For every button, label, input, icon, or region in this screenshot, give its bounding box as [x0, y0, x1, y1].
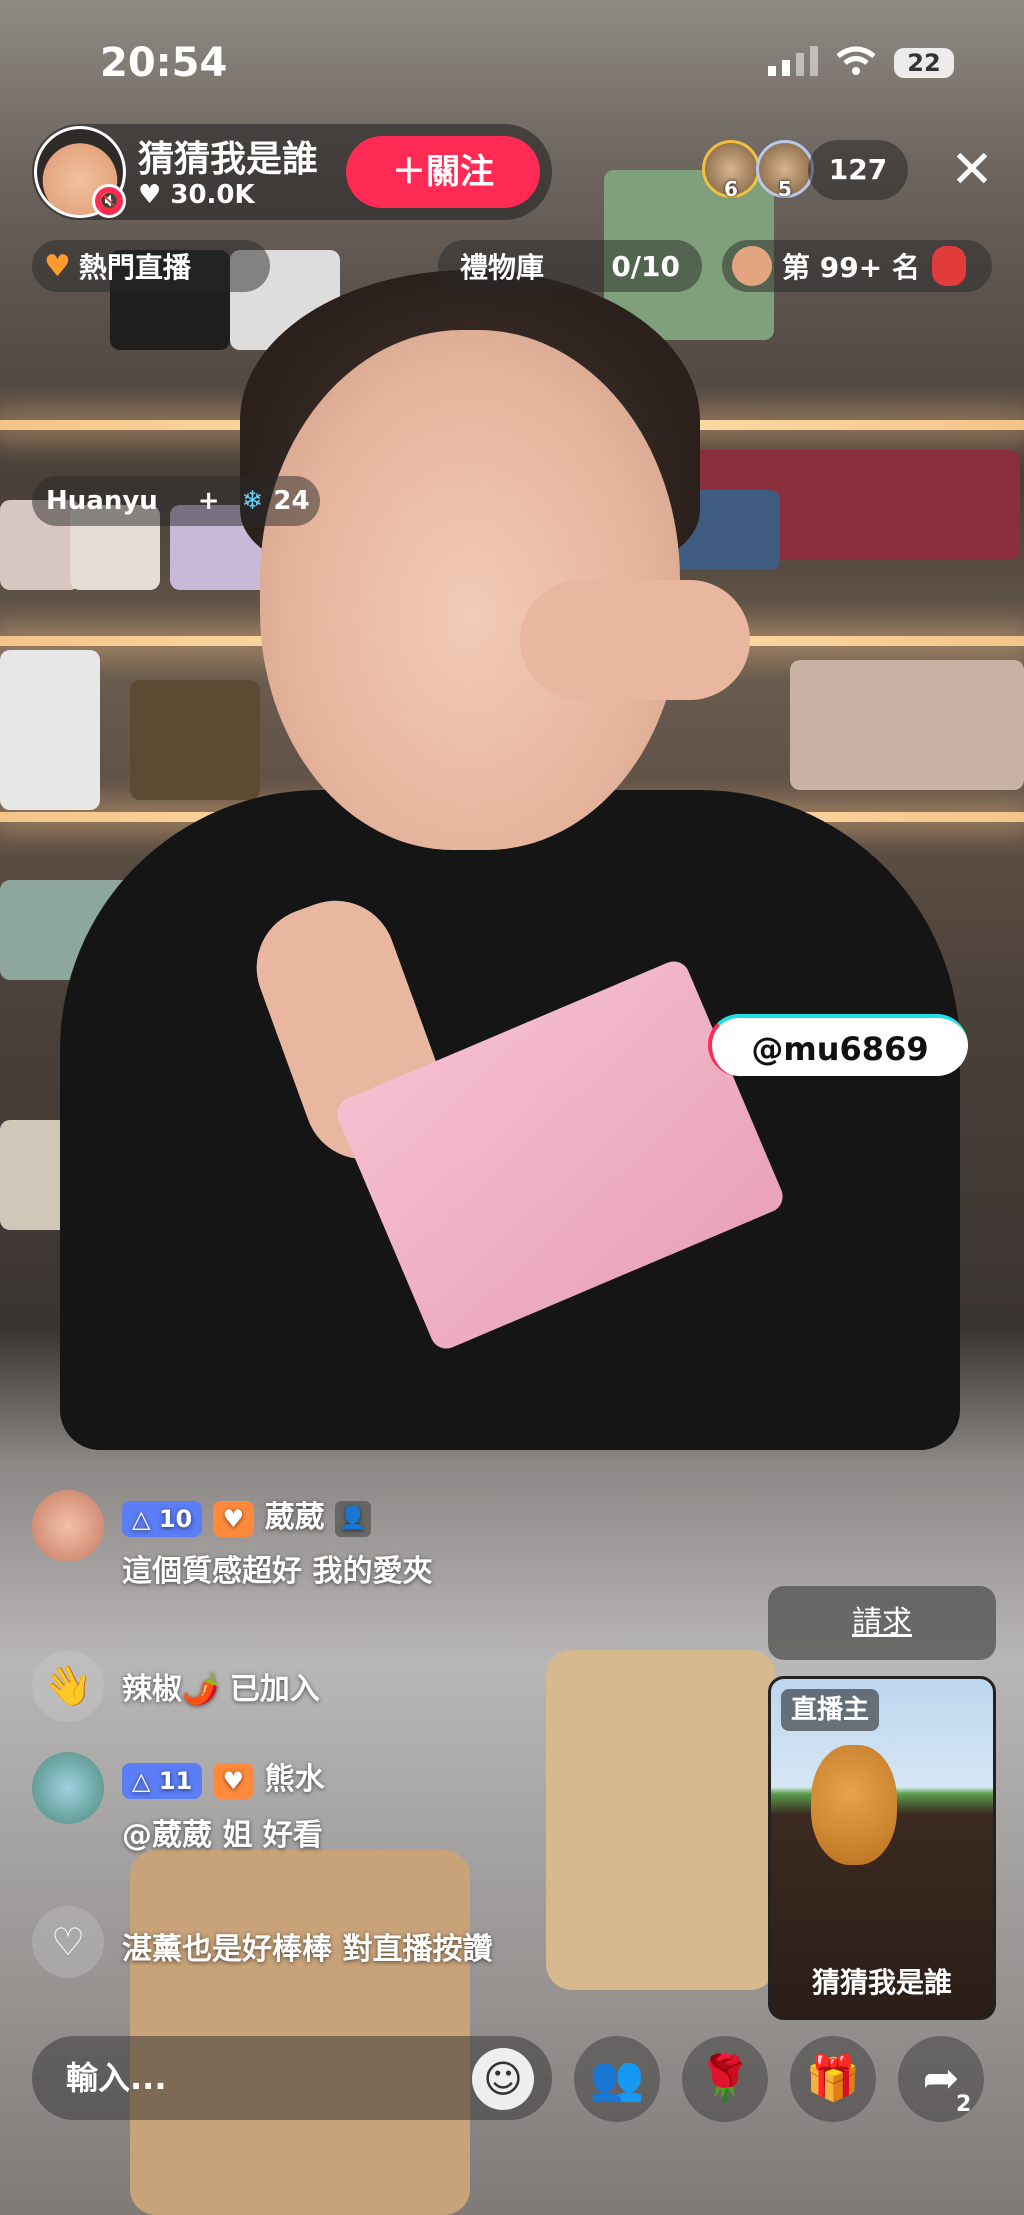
- rank-avatar: [732, 246, 772, 286]
- join-message: 辣椒🌶️ 已加入: [122, 1664, 320, 1708]
- share-count: 2: [956, 2092, 972, 2117]
- join-text: 已加入: [229, 1672, 320, 1707]
- pip-label: 直播主: [781, 1689, 880, 1731]
- host-likes: ♥ 30.0K: [138, 180, 255, 210]
- guest-pill[interactable]: Huanyu + ❄ 24: [32, 476, 320, 526]
- heart-icon: ♥: [138, 180, 162, 210]
- chat-username[interactable]: 辣椒🌶️: [122, 1672, 219, 1707]
- hot-live-tag[interactable]: ♥ 熱門直播: [32, 240, 270, 292]
- snowflake-icon: ❄: [241, 486, 264, 516]
- guest-name: Huanyu: [46, 486, 158, 516]
- chat-username[interactable]: 葳葳: [265, 1500, 325, 1535]
- guest-score: 24: [273, 486, 310, 516]
- teletubby-icon: [931, 246, 966, 286]
- wave-icon: 👋: [32, 1650, 104, 1722]
- emoji-icon[interactable]: ☺: [472, 2048, 534, 2110]
- viewer-rank: 6: [724, 177, 738, 201]
- battery-indicator: 22: [894, 48, 954, 78]
- host-name[interactable]: 猜猜我是誰: [138, 130, 318, 182]
- mention-bubble[interactable]: @mu6869: [708, 1014, 968, 1076]
- gift-progress: 0/10: [611, 249, 680, 283]
- host-pip-window[interactable]: 直播主 猜猜我是誰: [768, 1676, 996, 2020]
- fan-badge: ♥: [212, 1500, 255, 1537]
- gift-library-tag[interactable]: 禮物庫 0/10: [438, 240, 702, 292]
- level-badge: △ 11: [122, 1762, 203, 1799]
- mic-off-icon: 🔇: [92, 184, 126, 218]
- potato-avatar: [811, 1745, 897, 1865]
- rank-tag[interactable]: 第 99+ 名: [722, 240, 992, 292]
- close-icon[interactable]: ✕: [942, 140, 1002, 200]
- chat-username[interactable]: 熊水: [265, 1762, 325, 1797]
- viewer-count[interactable]: 127: [808, 140, 908, 200]
- pip-name: 猜猜我是誰: [811, 1966, 952, 1999]
- follow-button[interactable]: ＋關注: [346, 136, 540, 208]
- hot-live-label: 熱門直播: [78, 251, 191, 284]
- profile-icon: 👤: [335, 1500, 372, 1537]
- broken-heart-icon: ♥: [44, 248, 71, 284]
- status-time: 20:54: [100, 40, 228, 86]
- likes-count: 30.0K: [170, 180, 255, 210]
- wifi-icon: [836, 46, 876, 80]
- chat-text: 這個質感超好 我的愛夾: [122, 1554, 433, 1589]
- status-icons: 22: [766, 46, 954, 80]
- rose-icon[interactable]: 🌹: [682, 2036, 768, 2122]
- signal-icon: [766, 46, 818, 80]
- like-notification: 湛薰也是好棒棒 對直播按讚: [122, 1932, 493, 1967]
- top-viewer-avatar[interactable]: 6: [702, 140, 760, 201]
- chat-header: △ 10 ♥ 葳葳 👤: [122, 1492, 372, 1537]
- gift-library-label: 禮物庫: [460, 251, 545, 284]
- chat-avatar[interactable]: [32, 1490, 104, 1562]
- chat-avatar[interactable]: [32, 1752, 104, 1824]
- top-viewer-avatar[interactable]: 5: [756, 140, 814, 201]
- fan-badge: ♥: [212, 1762, 255, 1799]
- rank-label: 第 99+ 名: [782, 251, 920, 284]
- chat-header: △ 11 ♥ 熊水: [122, 1754, 325, 1799]
- viewer-rank: 5: [778, 177, 792, 201]
- request-button[interactable]: 請求: [768, 1586, 996, 1660]
- level-badge: △ 10: [122, 1500, 203, 1537]
- chat-text: @葳葳 姐 好看: [122, 1818, 323, 1853]
- gift-icon[interactable]: 🎁: [790, 2036, 876, 2122]
- guest-add[interactable]: +: [198, 486, 220, 516]
- heart-icon: ♡: [32, 1906, 104, 1978]
- guests-icon[interactable]: 👥: [574, 2036, 660, 2122]
